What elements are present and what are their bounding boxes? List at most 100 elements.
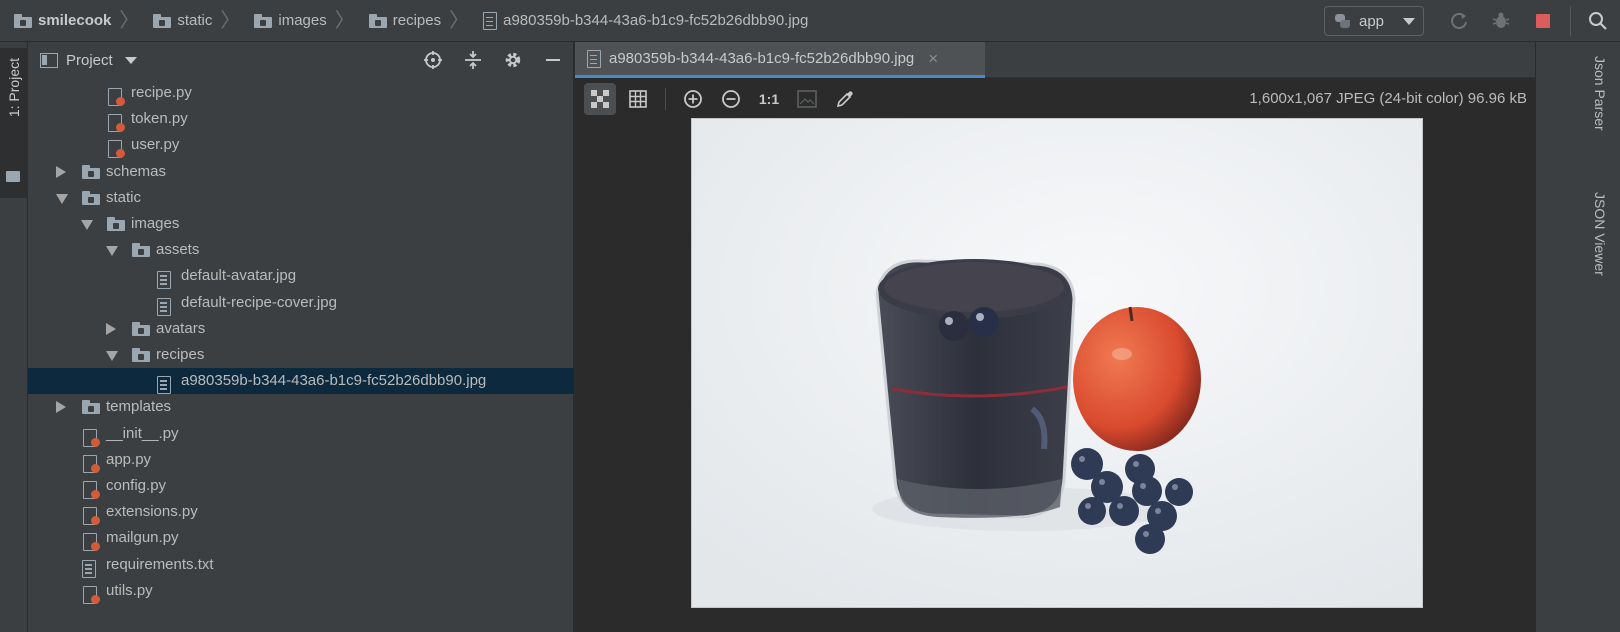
tree-row-label: assets	[156, 241, 200, 258]
tree-row[interactable]: extensions.py	[28, 499, 574, 525]
navigation-bar: smilecook 〉 static 〉 images 〉 recipes 〉 a980359b…	[0, 0, 1620, 42]
tree-row[interactable]: default-avatar.jpg	[28, 263, 574, 289]
tree-row-label: schemas	[106, 163, 167, 180]
collapse-all-button[interactable]	[461, 48, 485, 72]
tree-row-label: templates	[106, 398, 172, 415]
toggle-grid-button[interactable]	[622, 83, 654, 115]
tree-row[interactable]: token.py	[28, 106, 574, 132]
chevron-down-icon[interactable]	[81, 220, 93, 230]
stop-button[interactable]	[1531, 9, 1555, 33]
folder-icon	[14, 13, 32, 28]
color-picker-button[interactable]	[829, 83, 861, 115]
python-file-icon	[107, 88, 125, 106]
python-file-icon	[107, 140, 125, 158]
tree-row[interactable]: templates	[28, 394, 574, 420]
editor-area: a980359b-b344-43a6-b1c9-fc52b26dbb90.jpg…	[575, 42, 1535, 632]
actual-size-button[interactable]: 1:1	[753, 83, 785, 115]
chevron-right-icon[interactable]	[56, 166, 66, 178]
zoom-out-icon	[722, 90, 740, 108]
tree-row-label: user.py	[131, 136, 180, 153]
chevron-right-icon: 〉	[119, 9, 140, 32]
folder-icon	[132, 348, 150, 362]
search-icon	[1589, 12, 1607, 30]
tree-row[interactable]: assets	[28, 237, 574, 263]
breadcrumb-item[interactable]: smilecook 〉	[0, 0, 139, 42]
settings-button[interactable]	[501, 48, 525, 72]
chevron-right-icon: 〉	[449, 9, 470, 32]
chevron-down-icon[interactable]	[106, 351, 118, 361]
tree-row-label: extensions.py	[106, 503, 198, 520]
project-view-icon	[40, 52, 58, 68]
project-panel-header: Project	[28, 42, 573, 78]
python-file-icon	[82, 507, 100, 525]
image-file-icon	[587, 49, 601, 68]
tree-row[interactable]: images	[28, 211, 574, 237]
folder-icon	[6, 171, 20, 182]
image-info: 1,600x1,067 JPEG (24-bit color) 96.96 kB	[1249, 90, 1527, 107]
tree-row[interactable]: mailgun.py	[28, 525, 574, 551]
json-viewer-tool-button[interactable]: JSON Viewer	[1592, 192, 1608, 276]
tree-row-label: a980359b-b344-43a6-b1c9-fc52b26dbb90.jpg	[181, 372, 487, 389]
breadcrumb-label: smilecook	[38, 12, 112, 29]
tree-row[interactable]: user.py	[28, 132, 574, 158]
chevron-down-icon[interactable]	[124, 56, 137, 64]
fit-zoom-button[interactable]	[791, 83, 823, 115]
toggle-transparency-chessboard-button[interactable]	[584, 83, 616, 115]
close-icon[interactable]: ×	[928, 49, 938, 69]
chevron-right-icon[interactable]	[106, 323, 116, 335]
tree-row-label: default-recipe-cover.jpg	[181, 294, 337, 311]
project-view-title[interactable]: Project	[66, 52, 113, 69]
tree-row[interactable]: schemas	[28, 159, 574, 185]
fit-to-window-icon	[797, 90, 817, 108]
tree-row-label: config.py	[106, 477, 167, 494]
image-canvas[interactable]	[691, 118, 1423, 608]
chevron-right-icon[interactable]	[56, 401, 66, 413]
project-tool-window-button[interactable]: 1: Project	[0, 48, 28, 198]
image-file-icon	[157, 271, 171, 289]
image-file-icon	[483, 11, 498, 30]
breadcrumb-item[interactable]: recipes 〉	[355, 0, 469, 42]
toolbar-divider	[1570, 6, 1571, 36]
collapse-all-icon	[465, 51, 481, 69]
folder-icon	[107, 217, 125, 231]
editor-tab[interactable]: a980359b-b344-43a6-b1c9-fc52b26dbb90.jpg…	[575, 42, 985, 78]
eyedropper-icon	[836, 91, 853, 108]
run-configuration-select[interactable]: app	[1324, 6, 1424, 36]
tree-row[interactable]: recipe.py	[28, 80, 574, 106]
tree-row[interactable]: a980359b-b344-43a6-b1c9-fc52b26dbb90.jpg	[28, 368, 574, 394]
project-tree: recipe.py token.py user.py schemas static ima…	[28, 80, 574, 632]
hide-panel-button[interactable]	[541, 48, 565, 72]
json-parser-tool-button[interactable]: Json Parser	[1592, 56, 1608, 131]
tree-row[interactable]: default-recipe-cover.jpg	[28, 290, 574, 316]
locate-file-button[interactable]	[421, 48, 445, 72]
chevron-down-icon[interactable]	[106, 246, 118, 256]
breadcrumb-item[interactable]: images 〉	[240, 0, 355, 42]
image-file-icon	[157, 376, 171, 394]
image-preview	[692, 119, 1422, 607]
image-file-icon	[157, 298, 171, 316]
rerun-button[interactable]	[1447, 9, 1471, 33]
tree-row[interactable]: requirements.txt	[28, 552, 574, 578]
zoom-out-button[interactable]	[715, 83, 747, 115]
chevron-down-icon[interactable]	[56, 194, 68, 204]
tree-row[interactable]: static	[28, 185, 574, 211]
tree-row[interactable]: recipes	[28, 342, 574, 368]
tree-row[interactable]: utils.py	[28, 578, 574, 604]
zoom-in-button[interactable]	[677, 83, 709, 115]
breadcrumb-item[interactable]: static 〉	[139, 0, 240, 42]
breadcrumb: smilecook 〉 static 〉 images 〉 recipes 〉 a980359b…	[0, 0, 808, 42]
tree-row-label: token.py	[131, 110, 188, 127]
grid-icon	[629, 90, 647, 108]
zoom-in-icon	[684, 90, 702, 108]
editor-tab-label: a980359b-b344-43a6-b1c9-fc52b26dbb90.jpg	[609, 50, 915, 67]
tree-row[interactable]: avatars	[28, 316, 574, 342]
gear-icon	[505, 52, 521, 68]
tree-row[interactable]: app.py	[28, 447, 574, 473]
search-everywhere-button[interactable]	[1586, 9, 1610, 33]
tree-row[interactable]: config.py	[28, 473, 574, 499]
actual-size-label: 1:1	[758, 91, 780, 107]
tree-row[interactable]: __init__.py	[28, 421, 574, 447]
debug-button[interactable]	[1489, 9, 1513, 33]
python-file-icon	[107, 114, 125, 132]
breadcrumb-item[interactable]: a980359b-b344-43a6-b1c9-fc52b26dbb90.jpg	[469, 0, 808, 42]
